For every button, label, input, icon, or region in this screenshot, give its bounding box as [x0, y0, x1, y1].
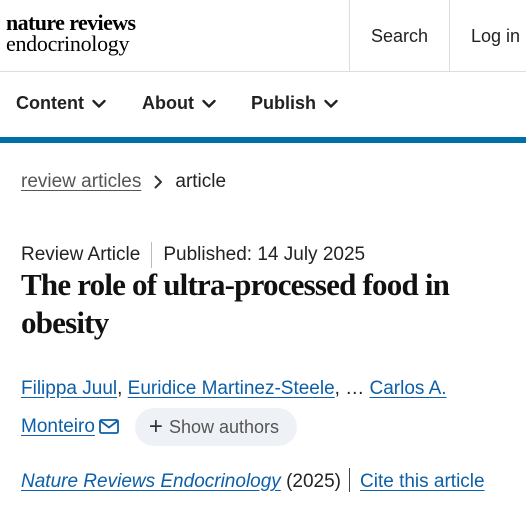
article-title: The role of ultra-processed food in obes…: [21, 267, 450, 340]
journal-logo[interactable]: nature reviews endocrinology: [6, 10, 136, 56]
show-authors-button[interactable]: + Show authors: [134, 408, 298, 446]
article-meta: Review Article Published: 14 July 2025: [21, 242, 365, 268]
breadcrumb-current: article: [175, 171, 227, 192]
site-header: nature reviews endocrinology Search Log …: [0, 0, 526, 72]
nav-publish-label: Publish: [251, 93, 317, 113]
search-button[interactable]: Search: [349, 0, 449, 72]
cite-this-article-link[interactable]: Cite this article: [360, 471, 485, 492]
chevron-down-icon: [324, 99, 338, 108]
author-link[interactable]: Filippa Juul: [21, 378, 117, 399]
nav-publish[interactable]: Publish: [251, 93, 338, 114]
article-type: Review Article: [21, 244, 141, 265]
journal-link[interactable]: Nature Reviews Endocrinology: [21, 471, 281, 492]
logo-line-1: nature reviews: [6, 10, 136, 35]
main-nav: Content About Publish: [0, 73, 526, 137]
breadcrumb: review articles article: [21, 171, 226, 193]
published-date: Published: 14 July 2025: [163, 244, 366, 265]
plus-icon: +: [148, 413, 163, 440]
show-authors-label: Show authors: [168, 417, 280, 437]
authors-ellipsis: …: [345, 378, 365, 399]
logo-line-2: endocrinology: [6, 31, 130, 56]
article-year: (2025): [286, 471, 341, 492]
chevron-down-icon: [202, 99, 216, 108]
chevron-down-icon: [92, 99, 106, 108]
mail-icon[interactable]: [99, 419, 119, 434]
nav-content[interactable]: Content: [16, 93, 106, 114]
login-button[interactable]: Log in: [449, 0, 526, 72]
author-list: Filippa Juul, Euridice Martinez-Steele, …: [21, 370, 521, 446]
meta-divider: [151, 242, 153, 268]
breadcrumb-review-articles[interactable]: review articles: [21, 171, 141, 193]
nav-content-label: Content: [16, 93, 84, 113]
citation-line: Nature Reviews Endocrinology (2025) Cite …: [21, 464, 521, 500]
author-link[interactable]: Euridice Martinez-Steele: [128, 378, 335, 399]
nav-about[interactable]: About: [142, 93, 216, 114]
chevron-right-icon: [153, 175, 163, 189]
citation-divider: [349, 468, 350, 492]
nav-accent-bar: [0, 137, 526, 143]
nav-about-label: About: [142, 93, 194, 113]
